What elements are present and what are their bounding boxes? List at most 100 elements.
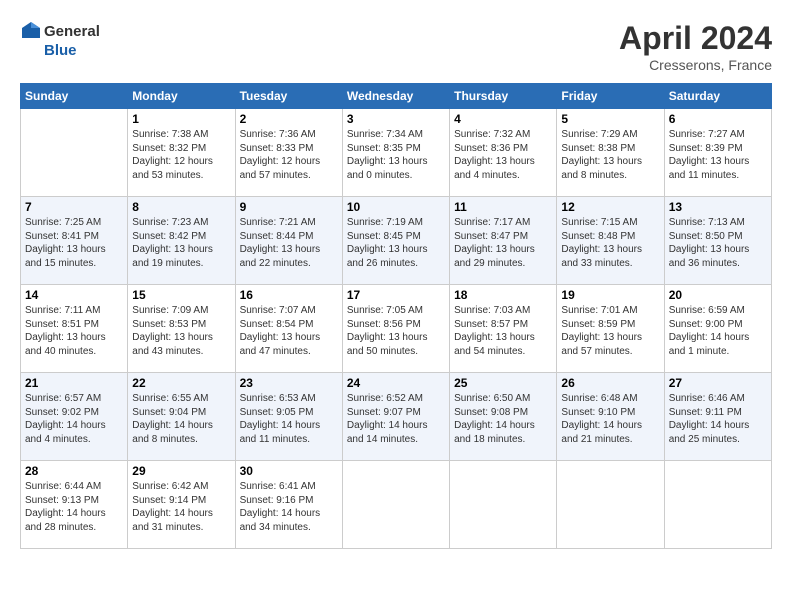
- title-area: April 2024 Cresserons, France: [619, 20, 772, 73]
- day-info: Sunrise: 6:42 AMSunset: 9:14 PMDaylight:…: [132, 481, 213, 533]
- calendar-cell: 20 Sunrise: 6:59 AMSunset: 9:00 PMDaylig…: [664, 285, 771, 373]
- calendar-header-row: Sunday Monday Tuesday Wednesday Thursday…: [21, 84, 772, 109]
- day-info: Sunrise: 7:23 AMSunset: 8:42 PMDaylight:…: [132, 217, 213, 269]
- day-number: 9: [240, 200, 338, 214]
- day-info: Sunrise: 7:34 AMSunset: 8:35 PMDaylight:…: [347, 129, 428, 181]
- calendar-cell: [557, 461, 664, 549]
- week-row-1: 7 Sunrise: 7:25 AMSunset: 8:41 PMDayligh…: [21, 197, 772, 285]
- day-info: Sunrise: 7:27 AMSunset: 8:39 PMDaylight:…: [669, 129, 750, 181]
- day-info: Sunrise: 7:13 AMSunset: 8:50 PMDaylight:…: [669, 217, 750, 269]
- day-number: 20: [669, 288, 767, 302]
- calendar-cell: 13 Sunrise: 7:13 AMSunset: 8:50 PMDaylig…: [664, 197, 771, 285]
- day-number: 23: [240, 376, 338, 390]
- week-row-0: 1 Sunrise: 7:38 AMSunset: 8:32 PMDayligh…: [21, 109, 772, 197]
- day-number: 10: [347, 200, 445, 214]
- logo-blue: Blue: [44, 42, 77, 59]
- day-number: 27: [669, 376, 767, 390]
- day-number: 26: [561, 376, 659, 390]
- day-info: Sunrise: 6:44 AMSunset: 9:13 PMDaylight:…: [25, 481, 106, 533]
- day-info: Sunrise: 7:29 AMSunset: 8:38 PMDaylight:…: [561, 129, 642, 181]
- month-title: April 2024: [619, 20, 772, 57]
- calendar-cell: 7 Sunrise: 7:25 AMSunset: 8:41 PMDayligh…: [21, 197, 128, 285]
- calendar-cell: 2 Sunrise: 7:36 AMSunset: 8:33 PMDayligh…: [235, 109, 342, 197]
- calendar-cell: [21, 109, 128, 197]
- day-number: 2: [240, 112, 338, 126]
- day-info: Sunrise: 6:53 AMSunset: 9:05 PMDaylight:…: [240, 393, 321, 445]
- page: General Blue April 2024 Cresserons, Fran…: [0, 0, 792, 612]
- calendar-cell: 5 Sunrise: 7:29 AMSunset: 8:38 PMDayligh…: [557, 109, 664, 197]
- day-number: 15: [132, 288, 230, 302]
- day-number: 25: [454, 376, 552, 390]
- day-number: 28: [25, 464, 123, 478]
- day-info: Sunrise: 7:05 AMSunset: 8:56 PMDaylight:…: [347, 305, 428, 357]
- calendar-cell: 19 Sunrise: 7:01 AMSunset: 8:59 PMDaylig…: [557, 285, 664, 373]
- calendar-cell: 11 Sunrise: 7:17 AMSunset: 8:47 PMDaylig…: [450, 197, 557, 285]
- logo-general: General: [44, 23, 100, 40]
- col-saturday: Saturday: [664, 84, 771, 109]
- day-info: Sunrise: 7:36 AMSunset: 8:33 PMDaylight:…: [240, 129, 321, 181]
- calendar-cell: 3 Sunrise: 7:34 AMSunset: 8:35 PMDayligh…: [342, 109, 449, 197]
- calendar-cell: 4 Sunrise: 7:32 AMSunset: 8:36 PMDayligh…: [450, 109, 557, 197]
- col-sunday: Sunday: [21, 84, 128, 109]
- col-monday: Monday: [128, 84, 235, 109]
- day-info: Sunrise: 7:11 AMSunset: 8:51 PMDaylight:…: [25, 305, 106, 357]
- week-row-2: 14 Sunrise: 7:11 AMSunset: 8:51 PMDaylig…: [21, 285, 772, 373]
- day-info: Sunrise: 6:55 AMSunset: 9:04 PMDaylight:…: [132, 393, 213, 445]
- calendar-table: Sunday Monday Tuesday Wednesday Thursday…: [20, 83, 772, 549]
- col-friday: Friday: [557, 84, 664, 109]
- day-info: Sunrise: 6:52 AMSunset: 9:07 PMDaylight:…: [347, 393, 428, 445]
- day-info: Sunrise: 6:41 AMSunset: 9:16 PMDaylight:…: [240, 481, 321, 533]
- calendar-cell: 28 Sunrise: 6:44 AMSunset: 9:13 PMDaylig…: [21, 461, 128, 549]
- calendar-cell: [664, 461, 771, 549]
- day-info: Sunrise: 7:03 AMSunset: 8:57 PMDaylight:…: [454, 305, 535, 357]
- day-number: 30: [240, 464, 338, 478]
- day-info: Sunrise: 7:38 AMSunset: 8:32 PMDaylight:…: [132, 129, 213, 181]
- day-info: Sunrise: 7:15 AMSunset: 8:48 PMDaylight:…: [561, 217, 642, 269]
- day-number: 12: [561, 200, 659, 214]
- calendar-cell: 9 Sunrise: 7:21 AMSunset: 8:44 PMDayligh…: [235, 197, 342, 285]
- day-info: Sunrise: 6:48 AMSunset: 9:10 PMDaylight:…: [561, 393, 642, 445]
- calendar-cell: 6 Sunrise: 7:27 AMSunset: 8:39 PMDayligh…: [664, 109, 771, 197]
- day-number: 29: [132, 464, 230, 478]
- calendar-cell: 26 Sunrise: 6:48 AMSunset: 9:10 PMDaylig…: [557, 373, 664, 461]
- day-number: 18: [454, 288, 552, 302]
- calendar-cell: 15 Sunrise: 7:09 AMSunset: 8:53 PMDaylig…: [128, 285, 235, 373]
- calendar-cell: 27 Sunrise: 6:46 AMSunset: 9:11 PMDaylig…: [664, 373, 771, 461]
- col-wednesday: Wednesday: [342, 84, 449, 109]
- week-row-4: 28 Sunrise: 6:44 AMSunset: 9:13 PMDaylig…: [21, 461, 772, 549]
- logo: General Blue: [20, 20, 100, 59]
- day-number: 16: [240, 288, 338, 302]
- day-number: 5: [561, 112, 659, 126]
- day-number: 14: [25, 288, 123, 302]
- week-row-3: 21 Sunrise: 6:57 AMSunset: 9:02 PMDaylig…: [21, 373, 772, 461]
- calendar-cell: 18 Sunrise: 7:03 AMSunset: 8:57 PMDaylig…: [450, 285, 557, 373]
- day-number: 7: [25, 200, 123, 214]
- day-info: Sunrise: 7:25 AMSunset: 8:41 PMDaylight:…: [25, 217, 106, 269]
- col-thursday: Thursday: [450, 84, 557, 109]
- calendar-cell: [342, 461, 449, 549]
- calendar-cell: 14 Sunrise: 7:11 AMSunset: 8:51 PMDaylig…: [21, 285, 128, 373]
- calendar-cell: 16 Sunrise: 7:07 AMSunset: 8:54 PMDaylig…: [235, 285, 342, 373]
- day-info: Sunrise: 7:32 AMSunset: 8:36 PMDaylight:…: [454, 129, 535, 181]
- day-info: Sunrise: 7:07 AMSunset: 8:54 PMDaylight:…: [240, 305, 321, 357]
- calendar-cell: 30 Sunrise: 6:41 AMSunset: 9:16 PMDaylig…: [235, 461, 342, 549]
- day-number: 24: [347, 376, 445, 390]
- header: General Blue April 2024 Cresserons, Fran…: [20, 20, 772, 73]
- day-info: Sunrise: 7:01 AMSunset: 8:59 PMDaylight:…: [561, 305, 642, 357]
- location: Cresserons, France: [619, 57, 772, 73]
- day-number: 17: [347, 288, 445, 302]
- day-number: 8: [132, 200, 230, 214]
- day-number: 3: [347, 112, 445, 126]
- day-number: 21: [25, 376, 123, 390]
- col-tuesday: Tuesday: [235, 84, 342, 109]
- day-number: 13: [669, 200, 767, 214]
- calendar-cell: 29 Sunrise: 6:42 AMSunset: 9:14 PMDaylig…: [128, 461, 235, 549]
- logo-icon: [20, 20, 42, 42]
- day-info: Sunrise: 6:59 AMSunset: 9:00 PMDaylight:…: [669, 305, 750, 357]
- calendar-cell: 12 Sunrise: 7:15 AMSunset: 8:48 PMDaylig…: [557, 197, 664, 285]
- day-number: 19: [561, 288, 659, 302]
- calendar-cell: [450, 461, 557, 549]
- day-number: 4: [454, 112, 552, 126]
- day-info: Sunrise: 7:19 AMSunset: 8:45 PMDaylight:…: [347, 217, 428, 269]
- calendar-cell: 17 Sunrise: 7:05 AMSunset: 8:56 PMDaylig…: [342, 285, 449, 373]
